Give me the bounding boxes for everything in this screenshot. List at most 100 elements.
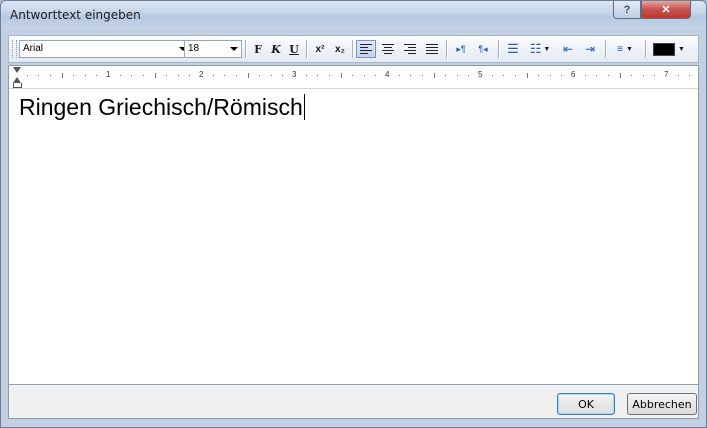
ruler-number: 1 bbox=[106, 70, 111, 79]
increase-indent-button[interactable]: ⇥ bbox=[580, 40, 600, 58]
ruler-dot bbox=[445, 75, 447, 76]
align-right-icon bbox=[404, 44, 416, 54]
ruler-dot bbox=[305, 75, 307, 76]
numbered-list-button[interactable]: ☷ ▼ bbox=[525, 40, 555, 58]
ruler-dot bbox=[654, 75, 656, 76]
justify-button[interactable] bbox=[422, 40, 442, 58]
rtl-direction-button[interactable]: ¶◂ bbox=[473, 40, 493, 58]
ruler-dot bbox=[317, 75, 319, 76]
ruler-half-tick bbox=[526, 73, 528, 78]
ruler-dot bbox=[503, 75, 505, 76]
ruler-dot bbox=[363, 75, 365, 76]
ruler-dot bbox=[38, 75, 40, 76]
ruler-dot bbox=[49, 75, 51, 76]
line-spacing-icon: ≡ bbox=[617, 43, 623, 55]
align-right-button[interactable] bbox=[400, 40, 420, 58]
ruler-dot bbox=[119, 75, 121, 76]
toolbar-separator bbox=[352, 40, 354, 58]
indent-icon: ⇥ bbox=[584, 42, 596, 56]
ruler-dot bbox=[561, 75, 563, 76]
font-size-select[interactable]: 18 bbox=[184, 40, 242, 58]
ruler-dot bbox=[26, 75, 28, 76]
ruler-dot bbox=[689, 75, 691, 76]
font-family-value: Arial bbox=[23, 43, 44, 54]
ruler-half-tick bbox=[247, 73, 249, 78]
answer-text-editor[interactable]: 1 2 3 4 5 6 7 Ringen Griechisch/Römisch bbox=[8, 65, 699, 385]
formatting-toolbar: Arial 18 F K U x² x₂ ▸¶ ¶◂ ☰ ☷ ▼ ⇤ ⇥ ≡ ▼… bbox=[8, 35, 699, 63]
ruler-dot bbox=[642, 75, 644, 76]
align-center-button[interactable] bbox=[378, 40, 398, 58]
ruler-dot bbox=[584, 75, 586, 76]
help-button[interactable]: ? bbox=[613, 1, 641, 19]
subscript-button[interactable]: x₂ bbox=[331, 40, 349, 58]
close-button[interactable]: ✕ bbox=[641, 1, 691, 19]
left-indent-marker[interactable] bbox=[13, 83, 22, 88]
ruler-dot bbox=[677, 75, 679, 76]
ruler-dot bbox=[607, 75, 609, 76]
bullet-list-icon: ☰ bbox=[507, 41, 519, 56]
ruler-dot bbox=[177, 75, 179, 76]
ruler-dot bbox=[131, 75, 133, 76]
ruler-dot bbox=[352, 75, 354, 76]
ruler-dot bbox=[282, 75, 284, 76]
cancel-button[interactable]: Abbrechen bbox=[627, 393, 697, 415]
ruler-dot bbox=[410, 75, 412, 76]
align-justify-icon bbox=[426, 44, 438, 54]
first-line-indent-marker[interactable] bbox=[13, 67, 21, 73]
text-color-button[interactable]: ▼ bbox=[650, 40, 688, 58]
font-family-select[interactable]: Arial bbox=[19, 40, 191, 58]
ruler-dot bbox=[328, 75, 330, 76]
toolbar-separator bbox=[245, 40, 247, 58]
toolbar-separator bbox=[605, 40, 607, 58]
numbered-list-icon: ☷ bbox=[529, 41, 542, 56]
ruler-half-tick bbox=[619, 73, 621, 78]
bold-button[interactable]: F bbox=[250, 40, 266, 58]
answer-text-content: Ringen Griechisch/Römisch bbox=[19, 94, 303, 120]
toolbar-separator bbox=[446, 40, 448, 58]
decrease-indent-button[interactable]: ⇤ bbox=[558, 40, 578, 58]
window-title: Antworttext eingeben bbox=[10, 8, 141, 22]
ruler-dot bbox=[514, 75, 516, 76]
ruler-dot bbox=[491, 75, 493, 76]
dialog-footer: OK Abbrechen bbox=[8, 385, 699, 419]
toolbar-grip[interactable] bbox=[12, 40, 17, 58]
ruler-number: 3 bbox=[292, 70, 297, 79]
ruler-dot bbox=[270, 75, 272, 76]
ruler-dot bbox=[73, 75, 75, 76]
ruler-dot bbox=[235, 75, 237, 76]
chevron-down-icon: ▼ bbox=[625, 45, 633, 53]
italic-button[interactable]: K bbox=[268, 40, 284, 58]
ruler[interactable]: 1 2 3 4 5 6 7 bbox=[9, 66, 698, 89]
ruler-dot bbox=[631, 75, 633, 76]
toolbar-separator bbox=[645, 40, 647, 58]
chevron-down-icon bbox=[230, 47, 238, 51]
ruler-dot bbox=[538, 75, 540, 76]
outdent-icon: ⇤ bbox=[562, 42, 574, 56]
ltr-direction-button[interactable]: ▸¶ bbox=[451, 40, 471, 58]
color-swatch-icon bbox=[653, 42, 676, 56]
ruler-half-tick bbox=[433, 73, 435, 78]
superscript-button[interactable]: x² bbox=[311, 40, 329, 58]
ruler-dot bbox=[212, 75, 214, 76]
text-caret bbox=[303, 94, 305, 120]
answer-text[interactable]: Ringen Griechisch/Römisch bbox=[19, 94, 305, 121]
line-spacing-button[interactable]: ≡ ▼ bbox=[610, 40, 640, 58]
chevron-down-icon: ▼ bbox=[678, 45, 685, 53]
ruler-dot bbox=[166, 75, 168, 76]
ruler-dot bbox=[84, 75, 86, 76]
ok-button[interactable]: OK bbox=[557, 393, 615, 415]
ltr-paragraph-icon: ▸¶ bbox=[456, 43, 466, 54]
ruler-dot bbox=[421, 75, 423, 76]
ruler-half-tick bbox=[154, 73, 156, 78]
align-left-button[interactable] bbox=[356, 40, 376, 58]
underline-button[interactable]: U bbox=[286, 40, 302, 58]
align-left-icon bbox=[360, 44, 372, 54]
dialog-window: Antworttext eingeben ? ✕ Arial 18 F K U … bbox=[0, 0, 707, 428]
chevron-down-icon: ▼ bbox=[543, 45, 551, 53]
ruler-number: 7 bbox=[664, 70, 669, 79]
align-center-icon bbox=[382, 44, 394, 54]
title-bar[interactable]: Antworttext eingeben ? ✕ bbox=[1, 1, 706, 29]
ruler-dot bbox=[398, 75, 400, 76]
bullet-list-button[interactable]: ☰ bbox=[503, 40, 523, 58]
ruler-number: 4 bbox=[385, 70, 390, 79]
